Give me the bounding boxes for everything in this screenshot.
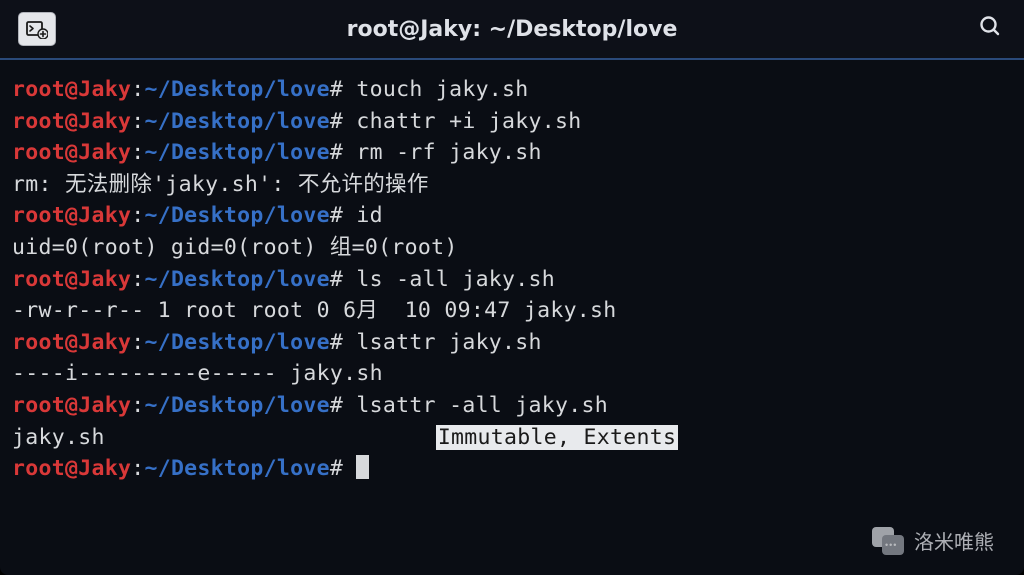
- command-text: lsattr -all jaky.sh: [343, 393, 608, 418]
- command-text: id: [343, 203, 383, 228]
- window-title: root@Jaky: ~/Desktop/love: [0, 17, 1024, 42]
- prompt-line: root@Jaky:~/Desktop/love# id: [12, 200, 1012, 232]
- command-text: ls -all jaky.sh: [343, 267, 555, 292]
- output-line: jaky.sh Immutable, Extents: [12, 422, 1012, 454]
- prompt-line: root@Jaky:~/Desktop/love# touch jaky.sh: [12, 74, 1012, 106]
- cursor: [356, 455, 369, 479]
- output-line: ----i---------e----- jaky.sh: [12, 358, 1012, 390]
- command-text: chattr +i jaky.sh: [343, 109, 581, 134]
- command-text: lsattr jaky.sh: [343, 330, 542, 355]
- terminal-plus-icon: [26, 19, 48, 39]
- titlebar-right: [974, 10, 1006, 48]
- output-line: rm: 无法删除'jaky.sh': 不允许的操作: [12, 169, 1012, 201]
- terminal-window: root@Jaky: ~/Desktop/love root@Jaky:~/De…: [0, 0, 1024, 575]
- command-text: rm -rf jaky.sh: [343, 140, 542, 165]
- prompt-path: ~/Desktop/love: [144, 77, 329, 102]
- prompt-line: root@Jaky:~/Desktop/love# chattr +i jaky…: [12, 106, 1012, 138]
- search-button[interactable]: [974, 10, 1006, 48]
- output-line: -rw-r--r-- 1 root root 0 6月 10 09:47 jak…: [12, 295, 1012, 327]
- watermark: ••• 洛米唯熊: [868, 525, 994, 555]
- prompt-user: root@Jaky: [12, 77, 131, 102]
- watermark-text: 洛米唯熊: [914, 526, 994, 555]
- prompt-line: root@Jaky:~/Desktop/love# rm -rf jaky.sh: [12, 137, 1012, 169]
- command-text: touch jaky.sh: [343, 77, 528, 102]
- prompt-line: root@Jaky:~/Desktop/love# lsattr jaky.sh: [12, 327, 1012, 359]
- prompt-line: root@Jaky:~/Desktop/love# ls -all jaky.s…: [12, 264, 1012, 296]
- titlebar: root@Jaky: ~/Desktop/love: [0, 0, 1024, 60]
- prompt-line: root@Jaky:~/Desktop/love#: [12, 453, 1012, 485]
- output-line: uid=0(root) gid=0(root) 组=0(root): [12, 232, 1012, 264]
- wechat-icon: •••: [868, 525, 908, 555]
- highlighted-text: Immutable, Extents: [436, 425, 678, 450]
- search-icon: [978, 14, 1002, 38]
- titlebar-left: [18, 12, 56, 46]
- new-tab-button[interactable]: [18, 12, 56, 46]
- prompt-line: root@Jaky:~/Desktop/love# lsattr -all ja…: [12, 390, 1012, 422]
- terminal-output[interactable]: root@Jaky:~/Desktop/love# touch jaky.sh …: [0, 60, 1024, 575]
